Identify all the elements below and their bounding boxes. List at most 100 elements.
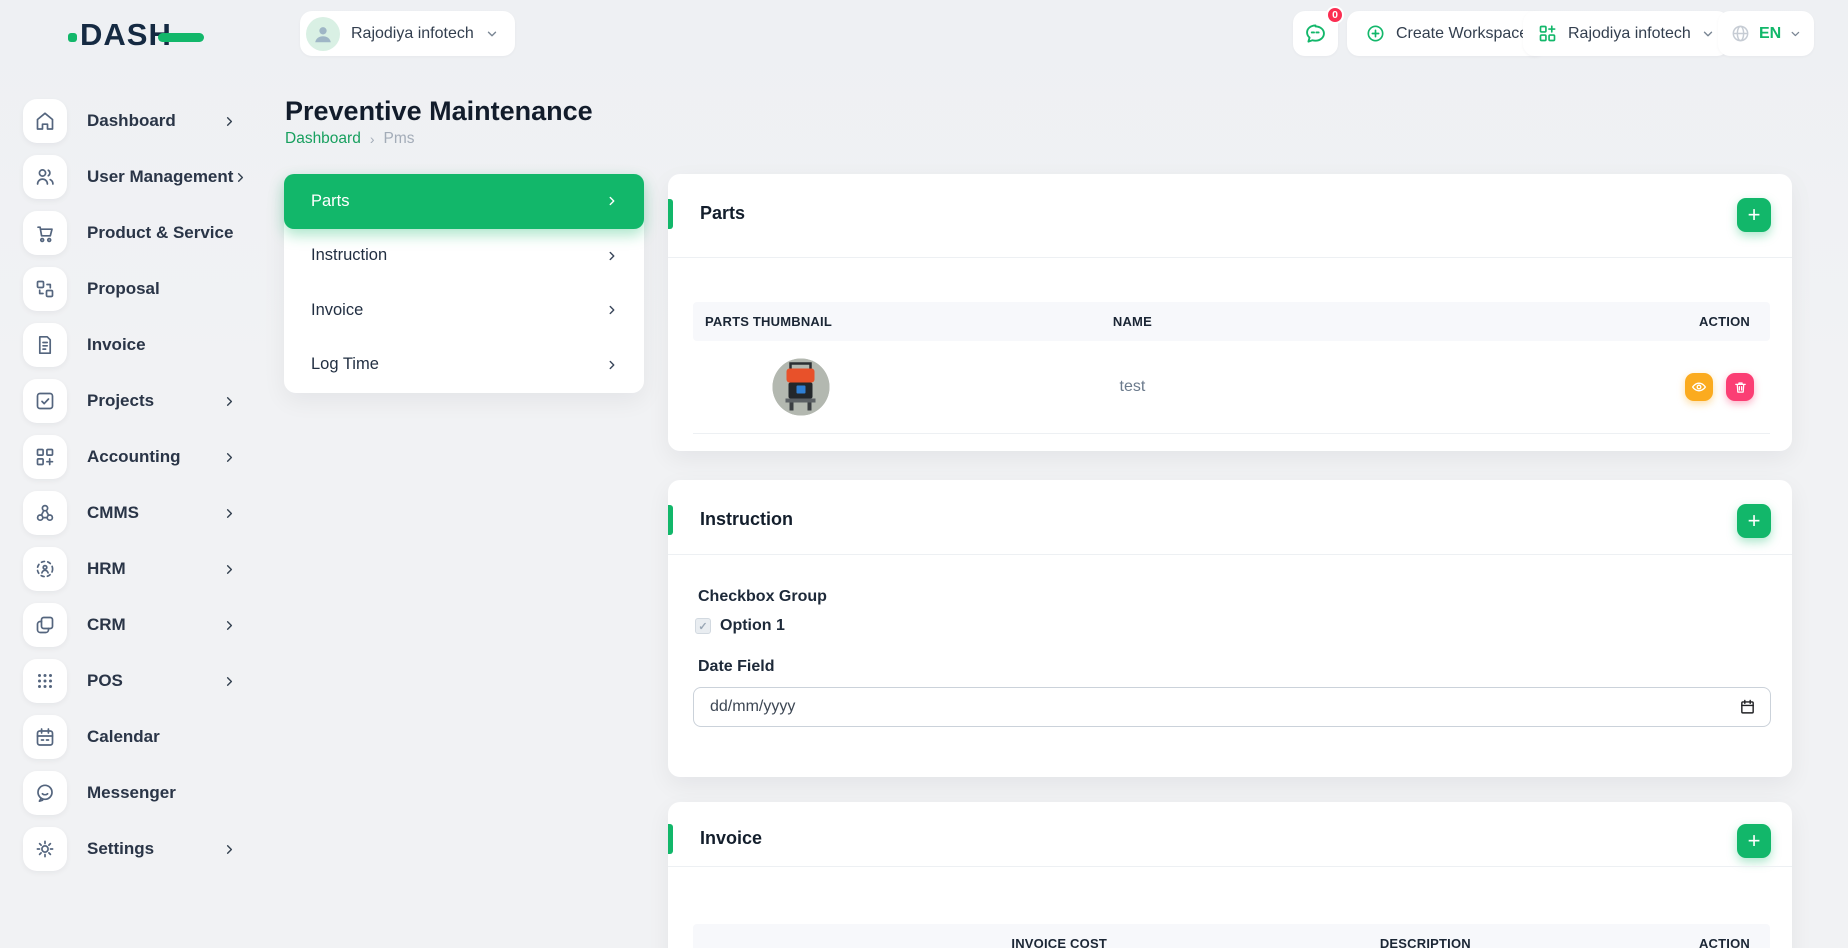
option-1-checkbox-row[interactable]: ✓ Option 1 [695, 617, 785, 635]
calendar-icon [23, 715, 67, 759]
company-selector[interactable]: Rajodiya infotech [1523, 11, 1729, 56]
col-description: DESCRIPTION [1380, 924, 1471, 948]
row-actions [1685, 373, 1754, 401]
col-invoice-cost: INVOICE COST [1011, 924, 1107, 948]
chat-icon [23, 771, 67, 815]
globe-icon [1730, 22, 1751, 45]
chevron-right-icon [222, 842, 237, 857]
sidebar-item-projects[interactable]: Projects [23, 373, 237, 429]
chevron-down-icon [1789, 27, 1802, 41]
check-square-icon [23, 379, 67, 423]
checkbox-checked-icon[interactable]: ✓ [695, 618, 711, 634]
logo-dash [158, 33, 204, 42]
logo-dot [68, 33, 77, 42]
sidebar-item-product-service[interactable]: Product & Service [23, 205, 237, 261]
divider [668, 257, 1792, 258]
pms-tab-log-time[interactable]: Log Time [284, 338, 644, 393]
chevron-down-icon [1701, 27, 1715, 41]
divider [668, 866, 1792, 867]
sidebar-item-invoice[interactable]: Invoice [23, 317, 237, 373]
workspace-selector[interactable]: Rajodiya infotech [300, 11, 515, 56]
breadcrumb-current: Pms [384, 130, 415, 148]
dash-logo: DASH [68, 18, 204, 52]
sidebar-item-settings[interactable]: Settings [23, 821, 237, 877]
chevron-right-icon [222, 394, 237, 409]
add-part-button[interactable]: + [1737, 198, 1771, 232]
parts-card-title: Parts [700, 203, 745, 224]
col-action: ACTION [1699, 302, 1750, 341]
green-accent-bar [668, 199, 673, 229]
green-accent-bar [668, 824, 673, 854]
language-selector[interactable]: EN [1718, 11, 1814, 56]
breadcrumb-separator: › [370, 131, 375, 147]
avatar [306, 17, 340, 51]
breadcrumb-dashboard-link[interactable]: Dashboard [285, 130, 361, 148]
add-instruction-button[interactable]: + [1737, 504, 1771, 538]
create-workspace-button[interactable]: Create Workspace [1347, 11, 1546, 56]
sidebar-item-pos[interactable]: POS [23, 653, 237, 709]
sidebar-item-crm[interactable]: CRM [23, 597, 237, 653]
sidebar-nav: Dashboard User Management Product & Serv… [23, 93, 237, 877]
invoice-table-header: INVOICE COST DESCRIPTION ACTION [693, 924, 1770, 948]
workspace-name: Rajodiya infotech [351, 25, 474, 43]
swap-grid-icon [23, 267, 67, 311]
pms-tab-instruction[interactable]: Instruction [284, 229, 644, 284]
invoice-card-title: Invoice [700, 828, 762, 849]
part-thumbnail-image [772, 359, 829, 416]
sidebar-item-proposal[interactable]: Proposal [23, 261, 237, 317]
document-icon [23, 323, 67, 367]
language-code: EN [1759, 25, 1781, 43]
pms-tab-invoice[interactable]: Invoice [284, 283, 644, 338]
sidebar-item-user-management[interactable]: User Management [23, 149, 237, 205]
messages-badge: 0 [1326, 6, 1344, 24]
eye-icon [1691, 379, 1707, 395]
sidebar-item-messenger[interactable]: Messenger [23, 765, 237, 821]
chevron-right-icon [222, 506, 237, 521]
users-icon [23, 155, 67, 199]
date-input[interactable] [693, 687, 1771, 727]
chat-bubble-icon [1303, 21, 1328, 46]
workspace-grid-icon [1537, 23, 1558, 44]
col-action: ACTION [1699, 924, 1750, 948]
chevron-right-icon [222, 450, 237, 465]
sidebar-item-cmms[interactable]: CMMS [23, 485, 237, 541]
page-title: Preventive Maintenance [285, 96, 593, 127]
pms-tab-parts[interactable]: Parts [284, 174, 644, 229]
messages-button[interactable]: 0 [1293, 11, 1338, 56]
pms-menu-card: Parts Instruction Invoice Log Time [284, 174, 644, 393]
chevron-right-icon [222, 114, 237, 129]
green-accent-bar [668, 505, 673, 535]
nodes-icon [23, 491, 67, 535]
sidebar-item-hrm[interactable]: HRM [23, 541, 237, 597]
gear-icon [23, 827, 67, 871]
chevron-down-icon [485, 27, 499, 41]
instruction-card-header: Instruction + [668, 480, 1792, 554]
parts-table-header: PARTS THUMBNAIL NAME ACTION [693, 302, 1770, 341]
col-parts-thumbnail: PARTS THUMBNAIL [705, 302, 832, 341]
cart-icon [23, 211, 67, 255]
option-1-label: Option 1 [720, 617, 785, 635]
view-part-button[interactable] [1685, 373, 1713, 401]
sidebar-item-accounting[interactable]: Accounting [23, 429, 237, 485]
part-name-cell: test [1120, 378, 1146, 396]
sidebar-item-calendar[interactable]: Calendar [23, 709, 237, 765]
chevron-right-icon [222, 562, 237, 577]
divider [668, 554, 1792, 555]
col-name: NAME [1113, 302, 1152, 341]
company-name: Rajodiya infotech [1568, 25, 1691, 43]
chevron-right-icon [222, 618, 237, 633]
parts-table-row: test [693, 341, 1770, 434]
overlap-squares-icon [23, 603, 67, 647]
add-invoice-button[interactable]: + [1737, 824, 1771, 858]
grid-plus-icon [23, 435, 67, 479]
date-field-label: Date Field [698, 658, 774, 676]
date-field-wrapper [693, 687, 1771, 727]
delete-part-button[interactable] [1726, 373, 1754, 401]
invoice-card: Invoice + INVOICE COST DESCRIPTION ACTIO… [668, 802, 1792, 948]
sidebar-item-dashboard[interactable]: Dashboard [23, 93, 237, 149]
plus-circle-icon [1365, 23, 1386, 44]
create-workspace-label: Create Workspace [1396, 25, 1528, 43]
parts-card: Parts + PARTS THUMBNAIL NAME ACTION test [668, 174, 1792, 451]
dots-grid-icon [23, 659, 67, 703]
home-icon [23, 99, 67, 143]
